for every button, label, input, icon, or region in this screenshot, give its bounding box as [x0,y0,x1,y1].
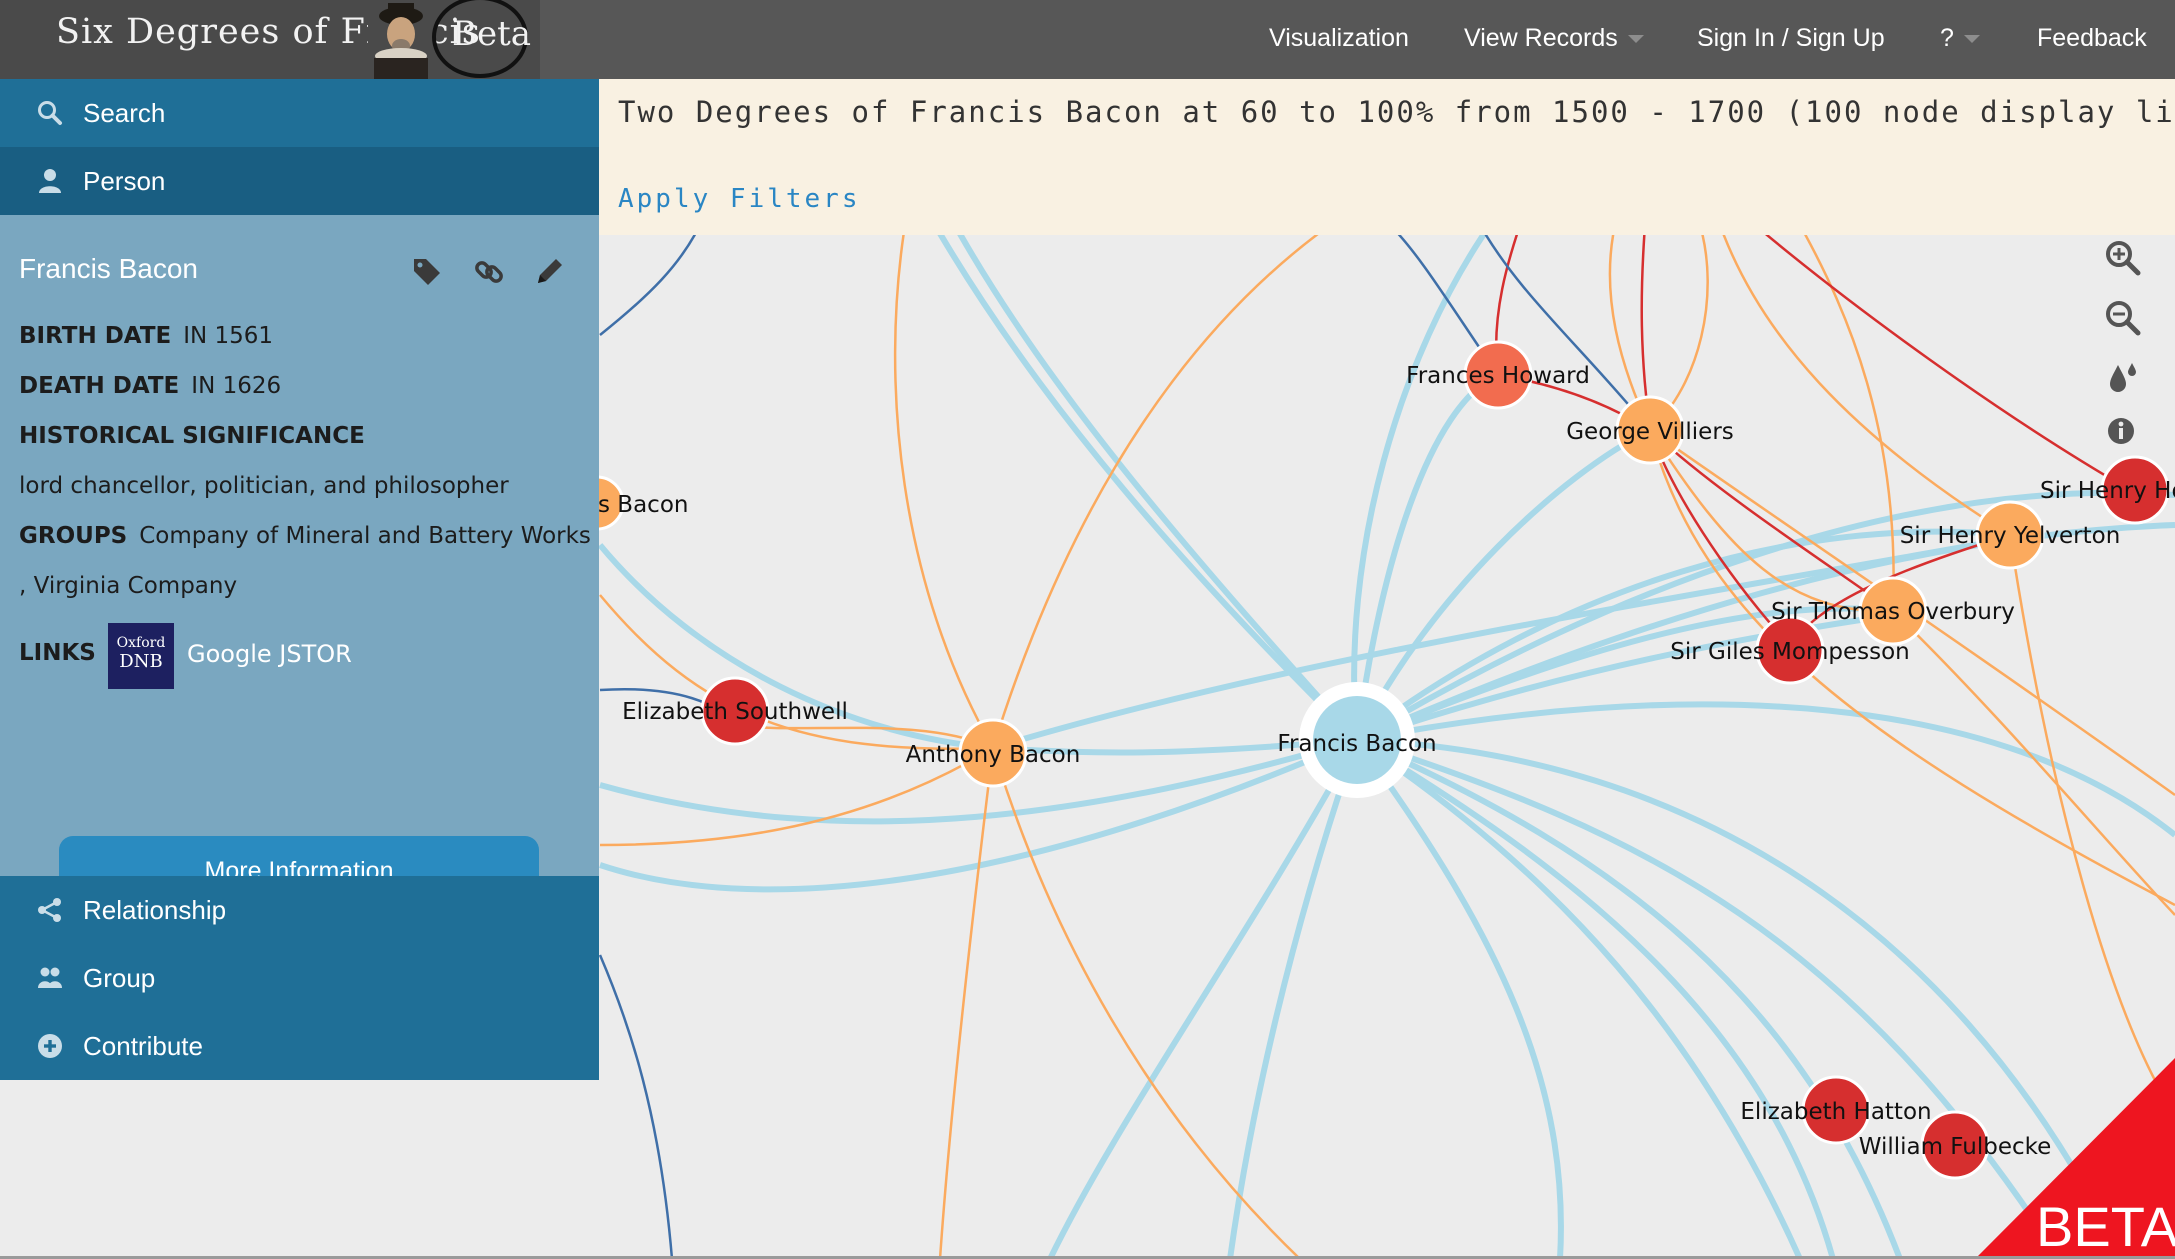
edge [598,954,674,1259]
edge [1047,738,1360,1259]
person-name: Francis Bacon [19,253,198,284]
nav-view-records-label: View Records [1464,24,1618,52]
sidebar-item-relationship[interactable]: Relationship [0,876,599,944]
nav-help[interactable]: ? [1940,24,1980,53]
filter-bar: Two Degrees of Francis Bacon at 60 to 10… [599,79,2175,235]
node-label[interactable]: George Villiers [1566,419,1734,445]
person-detail-panel: Francis Bacon BIRTH DATE IN 1561 DEATH DA… [0,215,599,906]
edge [1355,737,1803,1259]
edge [957,235,1360,743]
node-label[interactable]: Francis Bacon [1277,731,1436,757]
group-link-virginia[interactable]: , Virginia Company [19,573,237,599]
birth-date-label: BIRTH DATE [19,323,172,349]
sidebar-item-label: Group [83,963,156,993]
apply-filters-link[interactable]: Apply Filters [618,184,861,214]
top-navbar: Six Degrees of Francis Beta Visualizatio… [0,0,2175,79]
significance-value: lord chancellor, politician, and philoso… [19,473,509,499]
edge [599,594,994,750]
node-label[interactable]: Sir Thomas Overbury [1771,599,2015,625]
edge [991,747,1301,1259]
edge [937,235,1360,743]
groups-label: GROUPS [19,523,128,549]
node-label[interactable]: Sir Giles Mompesson [1670,639,1910,665]
significance-label: HISTORICAL SIGNIFICANCE [19,423,365,449]
google-link[interactable]: Google [187,640,272,668]
oxford-dnb-logo[interactable]: Oxford DNB [108,623,174,689]
pencil-icon[interactable] [532,255,566,289]
node-label[interactable]: Elizabeth Hatton [1740,1099,1931,1125]
odnb-line1: Oxford [116,635,166,651]
birth-date-value: IN 1561 [183,323,274,349]
nav-visualization[interactable]: Visualization [1269,24,1409,53]
death-date-field: DEATH DATE IN 1626 [19,373,281,399]
link-icon[interactable] [472,255,506,289]
edge [938,747,995,1259]
edge [991,235,1319,749]
external-links: Google JSTOR [187,640,352,668]
edge [1355,737,1903,1259]
group-icon [38,967,62,988]
node-label[interactable]: s Bacon [598,492,688,518]
edge [893,235,995,749]
person-icon [39,169,61,193]
nav-feedback[interactable]: Feedback [2037,24,2147,53]
logo-beta-text: Beta [452,14,532,54]
filter-summary: Two Degrees of Francis Bacon at 60 to 10… [618,95,2175,129]
groups-field: GROUPS Company of Mineral and Battery Wor… [19,523,591,549]
edge [1765,235,2131,492]
edge [1354,372,1500,741]
info-icon[interactable] [2100,410,2146,456]
sidebar-item-contribute[interactable]: Contribute [0,1012,599,1080]
sidebar-item-label: Contribute [83,1031,203,1061]
nav-view-records[interactable]: View Records [1464,24,1644,53]
nav-help-label: ? [1940,24,1954,52]
tag-icon[interactable] [410,255,444,289]
death-date-label: DEATH DATE [19,373,180,399]
chevron-down-icon [1963,35,1980,44]
node-label[interactable]: Sir Henry Yelverton [1900,523,2121,549]
links-label: LINKS [19,640,96,666]
death-date-value: IN 1626 [191,373,282,399]
color-drop-icon[interactable] [2100,355,2146,401]
sidebar-item-label: Relationship [83,895,227,925]
graph-controls [2100,235,2146,455]
jstor-link[interactable]: JSTOR [279,640,352,668]
sidebar-item-person[interactable]: Person [0,147,599,215]
sidebar-item-label: Search [83,98,166,128]
site-logo[interactable]: Six Degrees of Francis Beta [0,0,540,79]
search-icon [38,101,62,125]
nav-sign-in[interactable]: Sign In / Sign Up [1697,24,1885,53]
portrait-icon [368,0,434,79]
beta-label: BETA [2036,1195,2175,1258]
sidebar-item-label: Person [83,166,166,196]
zoom-in-icon[interactable] [2100,235,2146,281]
odnb-line2: DNB [119,651,163,672]
node-label[interactable]: Sir Henry Ho [2040,478,2175,504]
node-label[interactable]: Elizabeth Southwell [622,699,848,725]
edge [1227,739,1360,1259]
group-link-mineral-battery[interactable]: Company of Mineral and Battery Works [139,523,591,549]
share-icon [38,898,61,922]
edge [599,235,697,336]
birth-date-field: BIRTH DATE IN 1561 [19,323,273,349]
chevron-down-icon [1627,35,1644,44]
zoom-out-icon[interactable] [2100,295,2146,341]
plus-circle-icon [38,1034,62,1058]
node-label[interactable]: Frances Howard [1406,363,1590,389]
node-label[interactable]: Anthony Bacon [906,742,1081,768]
sidebar-item-group[interactable]: Group [0,944,599,1012]
sidebar-item-search[interactable]: Search [0,79,599,147]
edge [1892,610,2175,916]
sidebar: Search Person Francis Bacon BIRTH DATE IN… [0,79,599,1080]
